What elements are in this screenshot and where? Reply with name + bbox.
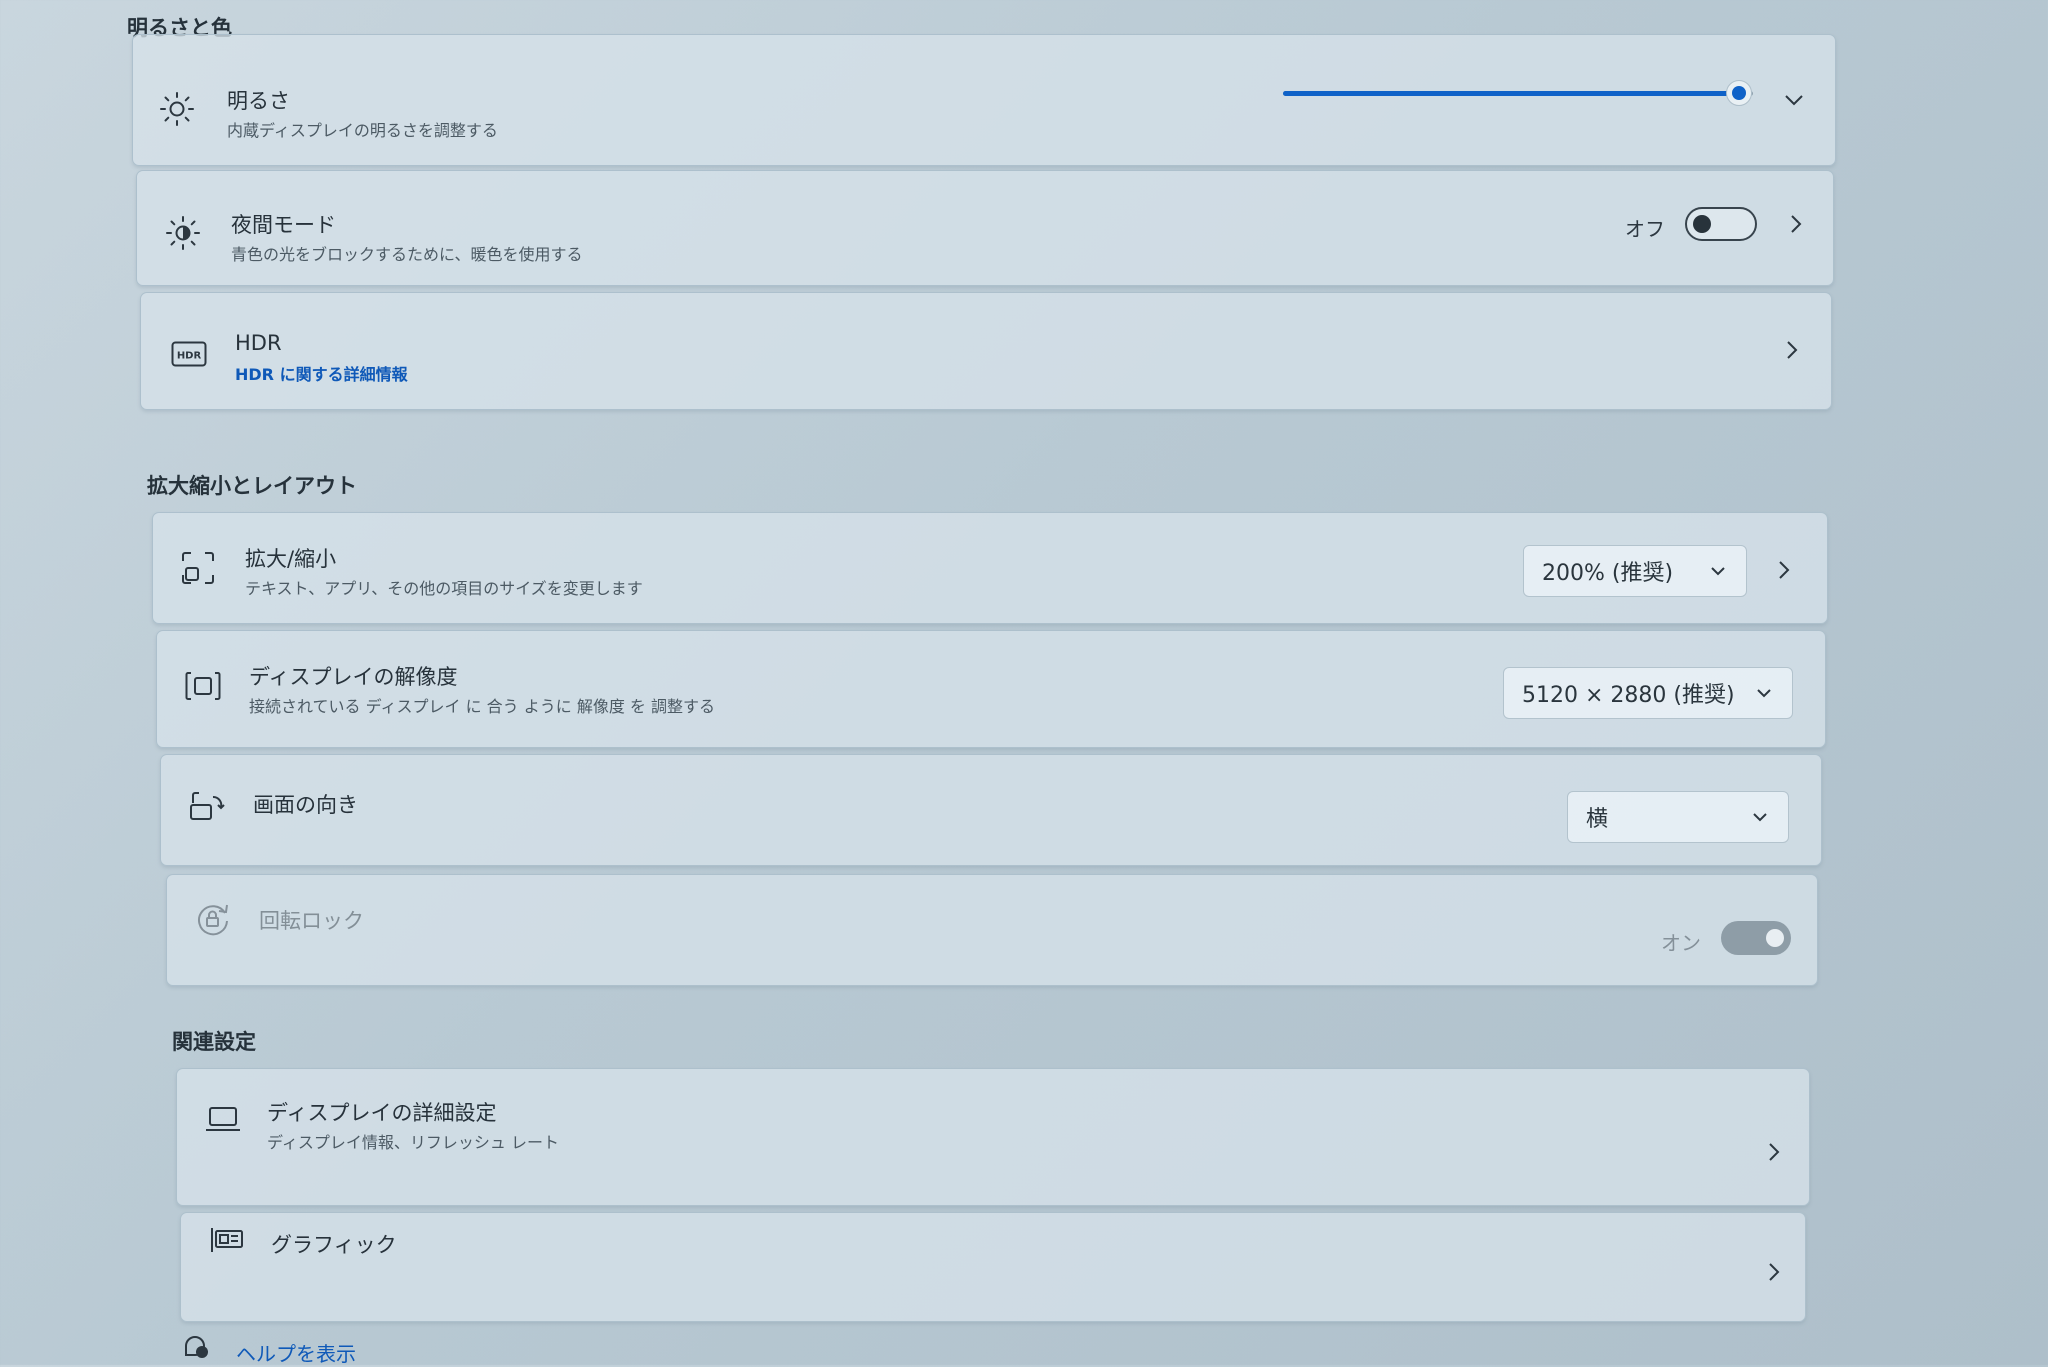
advanced-display-title: ディスプレイの詳細設定 <box>267 1101 497 1125</box>
resolution-dropdown-value: 5120 × 2880 (推奨) <box>1522 683 1735 708</box>
chevron-down-icon <box>1757 689 1771 698</box>
section-title-related: 関連設定 <box>172 1030 256 1054</box>
rotation-lock-state: オン <box>1661 931 1701 955</box>
rotation-lock-toggle[interactable] <box>1721 921 1791 955</box>
night-mode-title: 夜間モード <box>231 213 336 237</box>
hdr-title: HDR <box>235 331 282 355</box>
night-mode-state: オフ <box>1625 217 1665 241</box>
section-title-scale-layout: 拡大縮小とレイアウト <box>147 474 357 498</box>
orientation-card: 画面の向き 横 <box>160 754 1822 866</box>
chevron-down-icon <box>1753 813 1767 822</box>
chevron-right-icon[interactable] <box>1779 337 1805 363</box>
orientation-dropdown[interactable]: 横 <box>1567 791 1789 843</box>
orientation-title: 画面の向き <box>253 793 358 817</box>
scale-card: 拡大/縮小 テキスト、アプリ、その他の項目のサイズを変更します 200% (推奨… <box>152 512 1828 624</box>
resolution-title: ディスプレイの解像度 <box>249 665 458 689</box>
graphics-icon <box>211 1228 243 1252</box>
hdr-card[interactable]: HDR HDR HDR に関する詳細情報 <box>140 292 1832 410</box>
brightness-card: 明るさ 内蔵ディスプレイの明るさを調整する <box>132 34 1836 166</box>
hdr-info-link[interactable]: HDR に関する詳細情報 <box>235 361 408 385</box>
night-mode-card[interactable]: 夜間モード 青色の光をブロックするために、暖色を使用する オフ <box>136 170 1834 286</box>
scale-title: 拡大/縮小 <box>245 547 337 571</box>
scale-dropdown[interactable]: 200% (推奨) <box>1523 545 1747 597</box>
graphics-card[interactable]: グラフィック <box>180 1212 1806 1322</box>
rotation-lock-title: 回転ロック <box>259 909 364 933</box>
advanced-display-subtitle: ディスプレイ情報、リフレッシュ レート <box>267 1133 559 1152</box>
chevron-right-icon[interactable] <box>1771 557 1797 583</box>
orientation-dropdown-value: 横 <box>1586 807 1609 832</box>
brightness-title: 明るさ <box>227 89 290 113</box>
resolution-dropdown[interactable]: 5120 × 2880 (推奨) <box>1503 667 1793 719</box>
laptop-icon <box>206 1107 240 1131</box>
rotation-lock-icon <box>198 904 228 936</box>
scale-subtitle: テキスト、アプリ、その他の項目のサイズを変更します <box>245 579 643 598</box>
graphics-title: グラフィック <box>271 1233 397 1257</box>
night-mode-subtitle: 青色の光をブロックするために、暖色を使用する <box>231 245 583 264</box>
help-icon <box>185 1336 208 1358</box>
night-mode-icon <box>166 216 200 250</box>
resolution-subtitle: 接続されている ディスプレイ に 合う ように 解像度 を 調整する <box>249 697 716 716</box>
brightness-slider-fill <box>1283 91 1739 96</box>
advanced-display-card[interactable]: ディスプレイの詳細設定 ディスプレイ情報、リフレッシュ レート <box>176 1068 1810 1206</box>
night-mode-toggle[interactable] <box>1685 207 1757 241</box>
hdr-icon: HDR <box>171 341 207 367</box>
sun-icon <box>160 92 194 126</box>
chevron-right-icon[interactable] <box>1761 1139 1787 1165</box>
svg-text:HDR: HDR <box>177 351 202 362</box>
chevron-right-icon[interactable] <box>1761 1259 1787 1285</box>
help-link[interactable]: ヘルプを表示 <box>236 1338 356 1367</box>
rotation-lock-card: 回転ロック オン <box>166 874 1818 986</box>
brightness-slider-thumb[interactable] <box>1725 80 1752 106</box>
orientation-icon <box>190 792 225 820</box>
scale-icon <box>182 552 214 584</box>
brightness-slider[interactable] <box>1283 79 1753 109</box>
resolution-icon <box>185 672 221 700</box>
chevron-down-icon[interactable] <box>1781 87 1807 113</box>
brightness-subtitle: 内蔵ディスプレイの明るさを調整する <box>227 121 498 140</box>
chevron-right-icon[interactable] <box>1783 211 1809 237</box>
chevron-down-icon <box>1711 567 1725 576</box>
resolution-card: ディスプレイの解像度 接続されている ディスプレイ に 合う ように 解像度 を… <box>156 630 1826 748</box>
scale-dropdown-value: 200% (推奨) <box>1542 561 1674 586</box>
